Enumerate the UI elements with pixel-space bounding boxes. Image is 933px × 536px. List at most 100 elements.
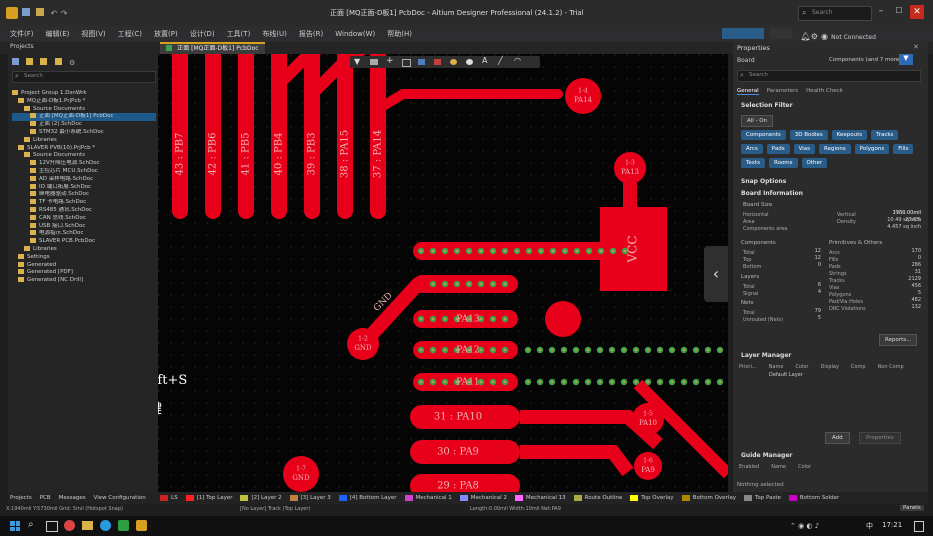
via-hole[interactable] [563,249,567,253]
tree-item[interactable]: 继电器驱动.SchDoc [12,191,156,199]
via-hole[interactable] [694,348,698,352]
column-header[interactable]: Non Comp [878,364,904,370]
filter-button-5[interactable]: Pads [766,144,790,154]
open-icon[interactable] [36,8,45,16]
via-hole[interactable] [574,380,578,384]
notification-icon[interactable] [914,521,924,532]
redo-icon[interactable]: ↷ [61,10,69,18]
via-hole[interactable] [670,380,674,384]
fill-icon[interactable] [434,59,441,65]
via-hole[interactable] [634,380,638,384]
via-hole[interactable] [467,282,471,286]
via-hole[interactable] [419,348,423,352]
taskbar-search-icon[interactable]: ⌕ [28,519,34,530]
menu-item-6[interactable]: 工具(T) [227,26,251,42]
tree-item[interactable]: TF 卡电路.SchDoc [12,199,156,207]
filter-button-11[interactable]: Rooms [769,158,798,168]
via-hole[interactable] [503,380,507,384]
filter-button-1[interactable]: 3D Bodies [789,130,828,140]
layer-tab[interactable]: [2] Layer 2 [240,492,282,504]
via-hole[interactable] [574,348,578,352]
tree-item[interactable]: Libraries [12,136,156,145]
filter-button-12[interactable]: Other [801,158,828,168]
via-hole[interactable] [491,317,495,321]
workspace-icon[interactable] [12,58,19,65]
layer-tab[interactable]: [3] Layer 3 [289,492,331,504]
menu-item-10[interactable]: 帮助(H) [387,26,412,42]
tree-item[interactable]: SLAVER PVB(10).PrjPcb * [12,144,156,153]
app-icon-3[interactable] [118,520,129,531]
text-icon[interactable]: A [482,56,487,65]
tree-item[interactable]: 12V升降压电源.SchDoc [12,160,156,168]
via-hole[interactable] [443,282,447,286]
via-hole[interactable] [431,348,435,352]
via-hole[interactable] [503,317,507,321]
via-hole[interactable] [539,249,543,253]
file-explorer-icon[interactable] [82,521,93,530]
document-tab[interactable]: 正面 [MQ正面-D板1] PcbDoc [160,42,265,54]
tree-item[interactable]: Generated [NC Drill] [12,277,156,285]
via-hole[interactable] [431,317,435,321]
via-hole[interactable] [443,348,447,352]
tree-item[interactable]: Source Documents [12,105,156,114]
tree-item[interactable]: Generated [PDF] [12,269,156,277]
menu-item-3[interactable]: 工程(C) [118,26,142,42]
filter-button[interactable]: ▼ [899,54,913,65]
via-hole[interactable] [646,380,650,384]
via-hole[interactable] [586,348,590,352]
close-button[interactable]: ✕ [910,5,924,19]
menu-item-1[interactable]: 编辑(E) [46,26,70,42]
panels-button[interactable]: Panels [900,505,924,511]
add-icon[interactable] [40,58,48,65]
via-hole[interactable] [431,282,435,286]
via-hole[interactable] [562,380,566,384]
folder-icon[interactable] [26,58,34,65]
tree-item[interactable]: Settings [12,253,156,262]
panel-tab-0[interactable]: Projects [10,492,32,504]
via-hole[interactable] [575,249,579,253]
layer-manager-row[interactable]: Default Layer [739,372,925,380]
via-hole[interactable] [431,380,435,384]
tree-item[interactable]: 电源指示.SchDoc [12,230,156,238]
filter-button-10[interactable]: Texts [741,158,765,168]
layer-tab[interactable]: Mechanical 13 [514,492,566,504]
panel-close-icon[interactable]: ✕ [913,43,919,51]
filter-button-8[interactable]: Polygons [854,144,890,154]
via-hole[interactable] [491,249,495,253]
pad-icon[interactable] [450,59,457,65]
layer-tab[interactable]: Mechanical 2 [459,492,507,504]
tree-item[interactable]: Libraries [12,245,156,254]
global-search[interactable]: ⌕ Search [798,6,872,21]
via-hole[interactable] [491,380,495,384]
panel-tab-2[interactable]: Messages [59,492,86,504]
column-header[interactable]: Enabled [739,464,759,470]
filter-button-2[interactable]: Keepouts [831,130,868,140]
tree-item[interactable]: 正面 [MQ正面-D板1] PcbDoc [12,113,156,122]
board-information[interactable]: Board Information [741,190,803,197]
via-hole[interactable] [479,348,483,352]
via-hole[interactable] [526,348,530,352]
via-hole[interactable] [419,317,423,321]
via-hole[interactable] [587,249,591,253]
windows-start-icon[interactable] [10,521,20,531]
filter-button-0[interactable]: Components [741,130,786,140]
quick-access-toolbar[interactable]: ↶ ↷ [22,8,82,18]
via-hole[interactable] [419,249,423,253]
add-icon[interactable]: + [386,56,394,66]
via-hole[interactable] [611,249,615,253]
via-hole[interactable] [610,380,614,384]
via-hole[interactable] [646,348,650,352]
via-hole[interactable] [682,348,686,352]
panel-tab-3[interactable]: View Configuration [94,492,146,504]
column-header[interactable]: Color [795,364,808,370]
via-hole[interactable] [491,282,495,286]
via-hole[interactable] [682,380,686,384]
gear-icon[interactable]: ⚙ [811,32,819,41]
via-hole[interactable] [718,348,722,352]
tree-item[interactable]: STM32 最小系统.SchDoc [12,128,156,137]
layer-tab[interactable]: [4] Bottom Layer [338,492,397,504]
compile-icon[interactable] [54,58,62,65]
via-hole[interactable] [670,348,674,352]
via-hole[interactable] [443,380,447,384]
selection-filter-title[interactable]: Selection Filter [741,102,793,109]
